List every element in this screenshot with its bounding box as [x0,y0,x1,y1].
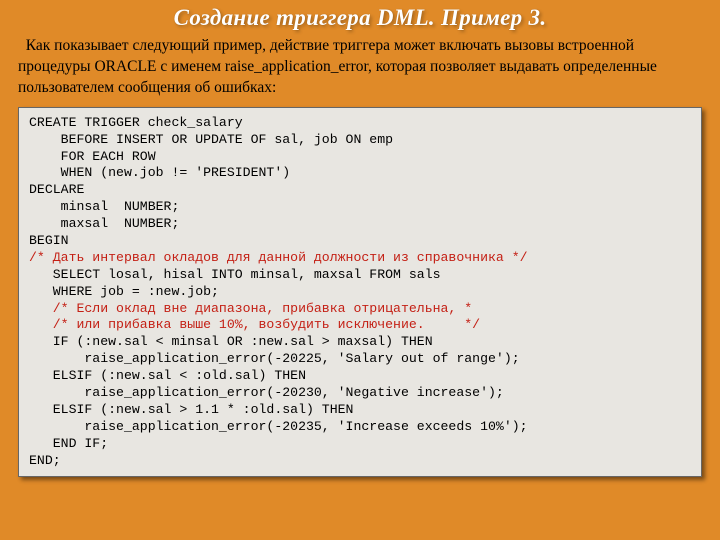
code-line: ELSIF (:new.sal < :old.sal) THEN [29,368,306,383]
code-line: IF (:new.sal < minsal OR :new.sal > maxs… [29,334,433,349]
slide-description: Как показывает следующий пример, действи… [18,36,702,99]
code-line: WHEN (new.job != 'PRESIDENT') [29,165,290,180]
slide-title: Создание триггера DML. Пример 3. [18,5,702,31]
code-line: maxsal NUMBER; [29,216,179,231]
code-line: raise_application_error(-20230, 'Negativ… [29,385,504,400]
code-line: END; [29,453,61,468]
code-line: minsal NUMBER; [29,199,179,214]
code-line: DECLARE [29,182,84,197]
slide-container: Создание триггера DML. Пример 3. Как пок… [0,0,720,540]
code-line: WHERE job = :new.job; [29,284,219,299]
code-line: raise_application_error(-20235, 'Increas… [29,419,528,434]
code-line: ELSIF (:new.sal > 1.1 * :old.sal) THEN [29,402,353,417]
code-line: SELECT losal, hisal INTO minsal, maxsal … [29,267,441,282]
code-comment: /* или прибавка выше 10%, возбудить искл… [29,317,480,332]
code-line: END IF; [29,436,108,451]
code-line: CREATE TRIGGER check_salary [29,115,243,130]
code-comment: /* Дать интервал окладов для данной долж… [29,250,528,265]
code-line: BEGIN [29,233,69,248]
code-block: CREATE TRIGGER check_salary BEFORE INSER… [18,107,702,478]
code-comment: /* Если оклад вне диапазона, прибавка от… [29,301,472,316]
code-line: FOR EACH ROW [29,149,156,164]
code-line: raise_application_error(-20225, 'Salary … [29,351,520,366]
code-line: BEFORE INSERT OR UPDATE OF sal, job ON e… [29,132,393,147]
